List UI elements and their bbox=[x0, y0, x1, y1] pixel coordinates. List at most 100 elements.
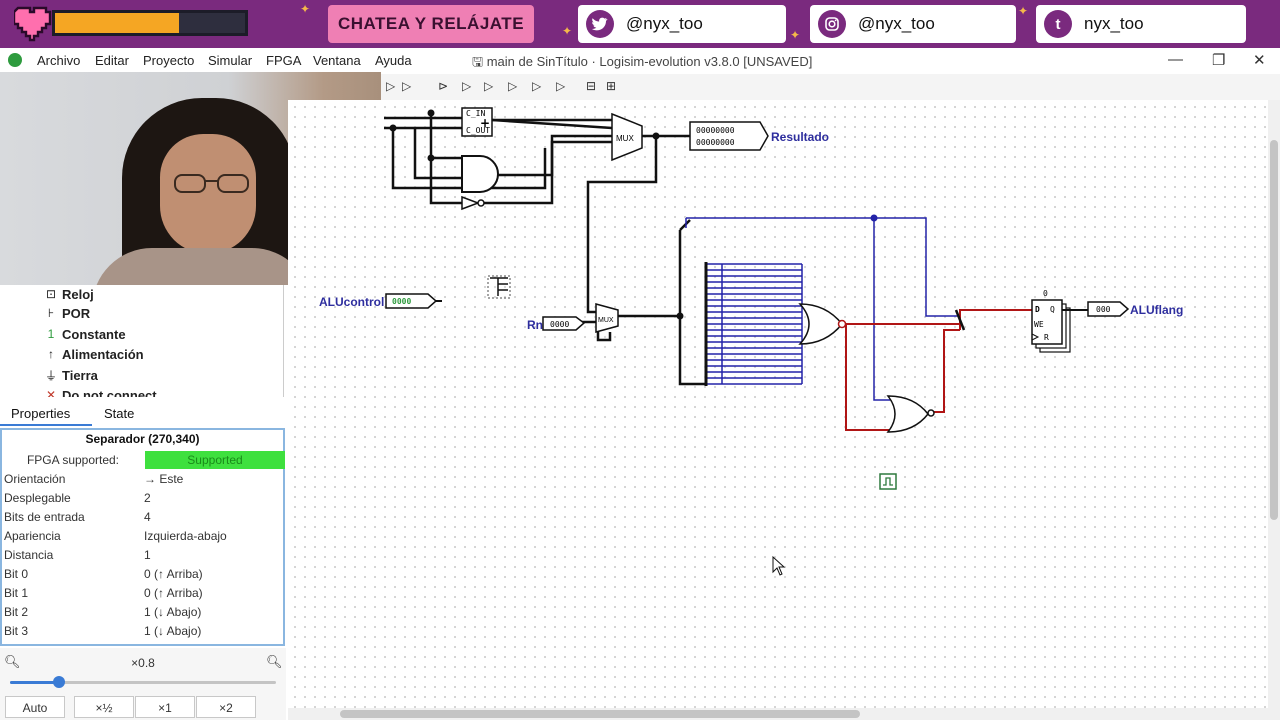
property-key: Bit 2 bbox=[4, 605, 29, 619]
component-do-not-connect[interactable]: ✕ Do not connect bbox=[44, 386, 157, 398]
property-key: FPGA supported: bbox=[26, 453, 120, 467]
chat-banner-label: CHATEA Y RELÁJATE bbox=[337, 14, 525, 33]
nand-gate-icon[interactable]: ▷ bbox=[508, 79, 517, 93]
menu-archivo[interactable]: Archivo bbox=[37, 53, 80, 68]
buffer-gate-icon[interactable]: ▷ bbox=[386, 79, 395, 93]
horizontal-scrollbar-thumb[interactable] bbox=[340, 710, 860, 718]
zoom-level: ×0.8 bbox=[131, 656, 155, 670]
not-gate-icon[interactable]: ▷ bbox=[462, 79, 471, 93]
component-alimentacion[interactable]: ↑ Alimentación bbox=[44, 345, 144, 363]
stream-overlay-bar: ✦ ✦ ✦ ✦ CHATEA Y RELÁJATE @nyx_too @nyx_… bbox=[0, 0, 1280, 48]
property-value[interactable]: 4 bbox=[144, 510, 151, 524]
menu-simular[interactable]: Simular bbox=[208, 53, 252, 68]
zoom-slider-handle[interactable] bbox=[53, 676, 65, 688]
property-key: Distancia bbox=[4, 548, 54, 562]
twitter-icon bbox=[586, 10, 614, 38]
component-label: Tierra bbox=[62, 367, 98, 383]
nor-gate-icon[interactable]: ▷ bbox=[532, 79, 541, 93]
zoom-1x-button[interactable]: ×1 bbox=[135, 696, 195, 718]
and-gate-icon[interactable]: ▷ bbox=[484, 79, 493, 93]
instagram-icon bbox=[818, 10, 846, 38]
pin-tool-icon[interactable]: ⊟ bbox=[586, 79, 596, 93]
property-row[interactable]: Distancia 1 bbox=[2, 546, 283, 565]
zoom-controls: 🔍︎ ×0.8 🔍︎ Auto ×½ ×1 ×2 bbox=[0, 648, 286, 720]
property-row[interactable]: Apariencia Izquierda-abajo bbox=[2, 527, 283, 546]
instagram-badge: @nyx_too bbox=[810, 5, 1016, 43]
twitter-badge: @nyx_too bbox=[578, 5, 786, 43]
app-icon bbox=[8, 53, 22, 67]
zoom-in-icon[interactable]: 🔍︎ bbox=[266, 654, 283, 670]
zoom-half-button[interactable]: ×½ bbox=[74, 696, 134, 718]
tumblr-handle: nyx_too bbox=[1084, 14, 1144, 33]
tunnel-tool-icon[interactable]: ⊞ bbox=[606, 79, 616, 93]
property-row[interactable]: Bit 3 1 (↓ Abajo) bbox=[2, 622, 283, 641]
component-constante[interactable]: 1 Constante bbox=[44, 325, 126, 343]
property-row[interactable]: Bits de entrada 4 bbox=[2, 508, 283, 527]
constant-icon: 1 bbox=[47, 327, 55, 341]
property-row[interactable]: Orientación → Este bbox=[2, 470, 283, 489]
por-icon: ⊦ bbox=[47, 306, 55, 320]
twitter-handle: @nyx_too bbox=[626, 14, 703, 33]
tab-properties[interactable]: Properties bbox=[0, 402, 92, 426]
property-row[interactable]: Bit 0 0 (↑ Arriba) bbox=[2, 565, 283, 584]
properties-tabs: Properties State bbox=[0, 402, 284, 426]
streamer-body bbox=[92, 248, 312, 285]
sparkle-icon: ✦ bbox=[790, 28, 801, 42]
no-connect-icon: ✕ bbox=[45, 388, 57, 397]
chat-banner: CHATEA Y RELÁJATE bbox=[328, 5, 534, 43]
tab-state[interactable]: State bbox=[104, 406, 134, 421]
property-key: Desplegable bbox=[4, 491, 71, 505]
fpga-status-badge: Supported bbox=[145, 451, 285, 469]
menu-editar[interactable]: Editar bbox=[95, 53, 129, 68]
property-key: Bit 0 bbox=[4, 567, 29, 581]
sparkle-icon: ✦ bbox=[562, 24, 573, 38]
component-label: Alimentación bbox=[62, 346, 144, 362]
circuit-canvas[interactable] bbox=[288, 100, 1268, 708]
zoom-auto-button[interactable]: Auto bbox=[5, 696, 65, 718]
vertical-scrollbar-thumb[interactable] bbox=[1270, 140, 1278, 520]
tumblr-icon: t bbox=[1044, 10, 1072, 38]
or-gate-icon[interactable]: ▷ bbox=[402, 79, 411, 93]
property-value[interactable]: 1 bbox=[144, 548, 151, 562]
health-bar bbox=[52, 10, 248, 36]
xnor-gate-icon[interactable]: ▷ bbox=[556, 79, 565, 93]
component-reloj[interactable]: ⊡ Reloj bbox=[44, 285, 94, 303]
gate-toolbar: ▷ ▷ ⊳ ▷ ▷ ▷ ▷ ▷ ⊟ ⊞ bbox=[380, 74, 1280, 100]
property-value[interactable]: Izquierda-abajo bbox=[144, 529, 227, 543]
window-title-text: main de SinTítulo · Logisim-evolution v3… bbox=[486, 54, 813, 69]
property-value[interactable]: 1 (↓ Abajo) bbox=[144, 605, 201, 619]
close-icon[interactable]: ✕ bbox=[1253, 51, 1266, 69]
zoom-2x-button[interactable]: ×2 bbox=[196, 696, 256, 718]
property-row-fpga: FPGA supported: Supported bbox=[2, 451, 285, 470]
property-row[interactable]: Bit 2 1 (↓ Abajo) bbox=[2, 603, 283, 622]
property-row[interactable]: Desplegable 2 bbox=[2, 489, 283, 508]
component-por[interactable]: ⊦ POR bbox=[44, 304, 90, 322]
property-value[interactable]: → Este bbox=[144, 472, 183, 486]
minimize-icon[interactable]: — bbox=[1168, 51, 1183, 68]
components-tree: ⊡ Reloj ⊦ POR 1 Constante ↑ Alimentación ⏚ Ti… bbox=[0, 285, 284, 397]
property-value[interactable]: 2 bbox=[144, 491, 151, 505]
menu-fpga[interactable]: FPGA bbox=[266, 53, 301, 68]
component-tierra[interactable]: ⏚ Tierra bbox=[44, 366, 98, 384]
property-value[interactable]: 0 (↑ Arriba) bbox=[144, 586, 203, 600]
property-key: Orientación bbox=[4, 472, 66, 486]
property-value[interactable]: 0 (↑ Arriba) bbox=[144, 567, 203, 581]
menu-ventana[interactable]: Ventana bbox=[313, 53, 361, 68]
xor-gate-icon[interactable]: ⊳ bbox=[438, 79, 448, 93]
component-label: Constante bbox=[62, 326, 126, 342]
property-key: Bit 1 bbox=[4, 586, 29, 600]
restore-icon[interactable]: ❐ bbox=[1212, 51, 1225, 69]
ground-icon: ⏚ bbox=[44, 368, 57, 383]
streamer-face bbox=[160, 134, 256, 254]
health-bar-fill bbox=[55, 13, 179, 33]
menu-ayuda[interactable]: Ayuda bbox=[375, 53, 412, 68]
power-icon: ↑ bbox=[48, 347, 54, 361]
clock-icon: ⊡ bbox=[45, 287, 57, 301]
component-label: Do not connect bbox=[62, 387, 157, 398]
property-key: Apariencia bbox=[4, 529, 61, 543]
property-row[interactable]: Bit 1 0 (↑ Arriba) bbox=[2, 584, 283, 603]
menu-proyecto[interactable]: Proyecto bbox=[143, 53, 194, 68]
property-value[interactable]: 1 (↓ Abajo) bbox=[144, 624, 201, 638]
property-key: Bits de entrada bbox=[4, 510, 85, 524]
sparkle-icon: ✦ bbox=[1018, 4, 1029, 18]
